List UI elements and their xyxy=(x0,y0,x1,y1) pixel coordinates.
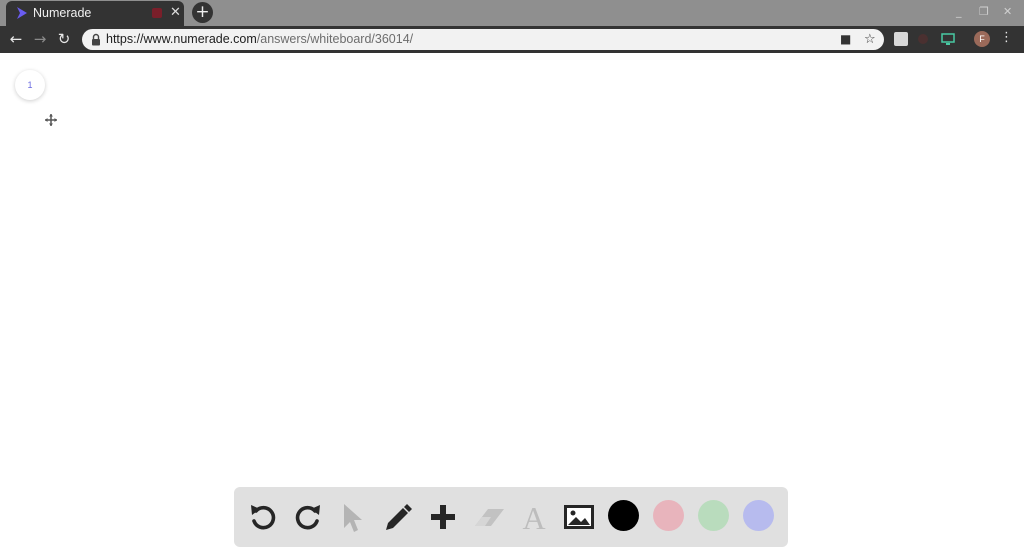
page-number-badge[interactable]: 1 xyxy=(15,70,45,100)
redo-icon[interactable] xyxy=(290,499,326,535)
address-bar[interactable]: https://www.numerade.com/answers/whitebo… xyxy=(82,29,884,50)
browser-titlebar: Numerade ✕ + _ ❐ ✕ xyxy=(0,0,1024,26)
new-tab-button[interactable]: + xyxy=(192,2,213,23)
reload-icon[interactable]: ↻ xyxy=(54,29,74,49)
text-tool-glyph: A xyxy=(522,500,545,535)
back-arrow-icon[interactable]: ← xyxy=(6,29,26,49)
url-host: https://www.numerade.com xyxy=(106,32,257,46)
move-cursor-icon xyxy=(45,114,57,126)
color-swatch-black[interactable] xyxy=(608,500,639,531)
add-icon[interactable] xyxy=(425,499,461,535)
color-swatch-blue[interactable] xyxy=(743,500,774,531)
color-swatch-green[interactable] xyxy=(698,500,729,531)
lock-icon xyxy=(92,33,100,46)
undo-icon[interactable] xyxy=(245,499,281,535)
extension-icon[interactable] xyxy=(894,32,908,46)
whiteboard-toolbar: A xyxy=(234,487,788,547)
bookmark-star-icon[interactable]: ☆ xyxy=(864,32,876,47)
restore-button[interactable]: ❐ xyxy=(979,5,989,18)
minimize-button[interactable]: _ xyxy=(956,5,962,18)
color-swatch-pink[interactable] xyxy=(653,500,684,531)
screen-cast-icon[interactable] xyxy=(941,32,955,46)
more-menu-icon[interactable]: ⋮ xyxy=(1000,30,1013,45)
profile-avatar[interactable]: F xyxy=(974,31,990,47)
record-extension-icon[interactable] xyxy=(918,34,928,44)
numerade-logo-icon xyxy=(17,7,27,19)
browser-tab[interactable]: Numerade ✕ xyxy=(6,1,184,26)
eraser-icon[interactable] xyxy=(471,499,507,535)
image-icon[interactable] xyxy=(561,499,597,535)
text-icon[interactable]: A xyxy=(516,499,552,535)
select-arrow-icon[interactable] xyxy=(335,499,371,535)
pen-icon[interactable] xyxy=(380,499,416,535)
close-window-button[interactable]: ✕ xyxy=(1003,5,1012,18)
url-text: https://www.numerade.com/answers/whitebo… xyxy=(106,32,413,46)
recording-indicator-icon xyxy=(152,8,162,18)
browser-toolbar: ← → ↻ https://www.numerade.com/answers/w… xyxy=(0,26,1024,53)
tab-close-icon[interactable]: ✕ xyxy=(170,5,181,20)
url-path: /answers/whiteboard/36014/ xyxy=(256,32,414,46)
camera-icon[interactable]: ■ xyxy=(840,32,851,46)
forward-arrow-icon[interactable]: → xyxy=(30,29,50,49)
tab-title: Numerade xyxy=(33,6,92,20)
